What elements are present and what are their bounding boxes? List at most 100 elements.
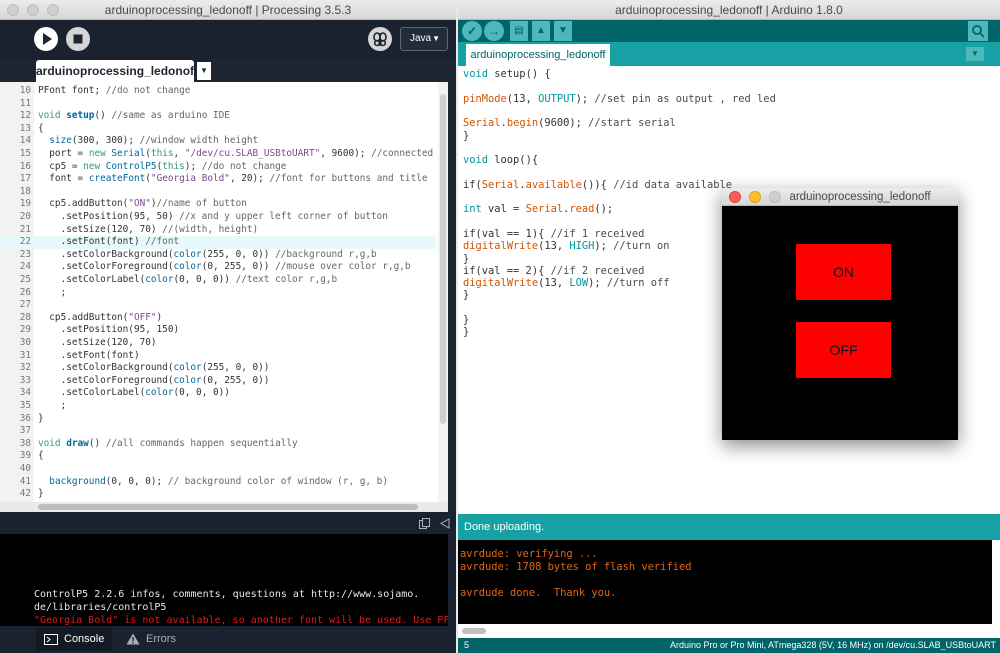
open-button[interactable]: ▲ bbox=[532, 21, 550, 41]
code-line[interactable]: 39 { bbox=[0, 450, 436, 463]
editor-horizontal-scroll-thumb[interactable] bbox=[38, 504, 418, 510]
code-line[interactable]: 36} bbox=[0, 413, 436, 426]
code-line[interactable]: 41 background(0, 0, 0); // background co… bbox=[0, 476, 436, 489]
zoom-window-button[interactable] bbox=[769, 191, 781, 203]
code-line[interactable]: } bbox=[463, 326, 469, 338]
code-line[interactable]: 18 bbox=[0, 186, 436, 199]
code-line[interactable]: } bbox=[463, 130, 469, 142]
code-line[interactable]: pinMode(13, OUTPUT); //set pin as output… bbox=[463, 93, 776, 105]
output-horizontal-scrollbar[interactable] bbox=[458, 624, 1000, 638]
arrow-up-icon: ▲ bbox=[536, 25, 546, 36]
minimize-window-button[interactable] bbox=[27, 4, 39, 16]
tab-menu-icon[interactable]: ▼ bbox=[966, 47, 984, 61]
arduino-toolbar: ✓ → ▤ ▲ ▼ bbox=[458, 20, 1000, 42]
errors-tab[interactable]: Errors bbox=[118, 628, 188, 651]
output-scrollbar[interactable] bbox=[992, 540, 1000, 624]
zoom-window-button[interactable] bbox=[47, 4, 59, 16]
save-button[interactable]: ▼ bbox=[554, 21, 572, 41]
code-line[interactable]: 29 .setPosition(95, 150) bbox=[0, 324, 436, 337]
mode-label: Java bbox=[410, 33, 432, 44]
console-scrollbar[interactable] bbox=[448, 534, 456, 626]
code-line[interactable]: 11 bbox=[0, 98, 436, 111]
console-tab-label: Console bbox=[64, 633, 105, 645]
verify-button[interactable]: ✓ bbox=[462, 21, 482, 41]
editor-vertical-scroll-thumb[interactable] bbox=[440, 94, 446, 424]
copy-icon[interactable] bbox=[419, 518, 430, 529]
new-file-icon: ▤ bbox=[514, 25, 524, 36]
code-line[interactable]: 20 .setPosition(95, 50) //x and y upper … bbox=[0, 211, 436, 224]
minimize-window-button[interactable] bbox=[749, 191, 761, 203]
code-line[interactable]: } bbox=[463, 289, 469, 301]
console-tab[interactable]: Console bbox=[36, 628, 112, 651]
close-window-button[interactable] bbox=[729, 191, 741, 203]
code-text: .setColorBackground(color(255, 0, 0)) //… bbox=[38, 248, 377, 260]
code-line[interactable]: 10 PFont font; //do not change bbox=[0, 85, 436, 98]
code-line[interactable]: if(val == 1){ //if 1 received bbox=[463, 228, 644, 240]
code-line[interactable]: 23 .setColorBackground(color(255, 0, 0))… bbox=[0, 249, 436, 262]
code-line[interactable]: 27 bbox=[0, 299, 436, 312]
code-line[interactable]: 13 { bbox=[0, 123, 436, 136]
code-line[interactable]: } bbox=[463, 253, 469, 265]
code-line[interactable]: 31 .setFont(font) bbox=[0, 350, 436, 363]
code-line[interactable]: 42} bbox=[0, 488, 436, 501]
code-line[interactable]: 12 void setup() //same as arduino IDE bbox=[0, 110, 436, 123]
arduino-sketch-tab[interactable]: arduinoprocessing_ledonoff bbox=[466, 44, 610, 66]
code-line[interactable]: 35 ; bbox=[0, 400, 436, 413]
upload-button[interactable]: → bbox=[484, 21, 504, 41]
line-number: 21 bbox=[19, 223, 31, 235]
code-line[interactable]: 15 port = new Serial(this, "/dev/cu.SLAB… bbox=[0, 148, 445, 161]
run-button[interactable] bbox=[34, 27, 58, 51]
code-line[interactable]: Serial.begin(9600); //start serial bbox=[463, 117, 676, 129]
line-number: 13 bbox=[19, 122, 31, 134]
code-line[interactable]: int val = Serial.read(); bbox=[463, 203, 613, 215]
code-line[interactable]: 38 void draw() //all commands happen sequ… bbox=[0, 438, 436, 451]
code-line[interactable]: 17 font = createFont("Georgia Bold", 20)… bbox=[0, 173, 436, 186]
processing-sketch-tab[interactable]: arduinoprocessing_ledonoff bbox=[36, 60, 198, 82]
new-button[interactable]: ▤ bbox=[510, 21, 528, 41]
off-button[interactable]: OFF bbox=[796, 322, 891, 378]
code-line[interactable]: if(Serial.available()){ //id data availa… bbox=[463, 179, 732, 191]
line-number: 18 bbox=[19, 185, 31, 197]
code-text: { bbox=[38, 450, 44, 462]
code-line[interactable]: 32 .setColorBackground(color(255, 0, 0)) bbox=[0, 362, 436, 375]
tab-menu-arrow-icon[interactable]: ▼ bbox=[197, 62, 211, 80]
code-line[interactable]: 33 .setColorForeground(color(0, 255, 0)) bbox=[0, 375, 436, 388]
code-line[interactable]: 22 .setFont(font) //font bbox=[0, 236, 436, 249]
code-line[interactable]: 19 cp5.addButton("ON")//name of button bbox=[0, 198, 436, 211]
code-line[interactable]: 16 cp5 = new ControlP5(this); //do not c… bbox=[0, 161, 436, 174]
line-number: 40 bbox=[19, 463, 31, 474]
code-line[interactable]: digitalWrite(13, HIGH); //turn on bbox=[463, 240, 669, 252]
code-line[interactable]: 34 .setColorLabel(color(0, 0, 0)) bbox=[0, 387, 436, 400]
sketch-output-window: arduinoprocessing_ledonoff ON OFF bbox=[722, 188, 958, 440]
code-line[interactable]: 30 .setSize(120, 70) bbox=[0, 337, 436, 350]
line-number: 25 bbox=[19, 274, 31, 285]
code-line[interactable]: 37 bbox=[0, 425, 436, 438]
code-line[interactable]: 40 bbox=[0, 463, 436, 476]
serial-monitor-button[interactable] bbox=[968, 21, 988, 41]
code-line[interactable]: 14 size(300, 300); //window width height bbox=[0, 135, 436, 148]
code-line[interactable]: void setup() { bbox=[463, 68, 551, 80]
code-line[interactable]: 26 ; bbox=[0, 287, 436, 300]
close-window-button[interactable] bbox=[7, 4, 19, 16]
board-port-info: Arduino Pro or Pro Mini, ATmega328 (5V, … bbox=[670, 640, 996, 650]
code-line[interactable]: 21 .setSize(120, 70) //(width, height) bbox=[0, 224, 436, 237]
code-text: size(300, 300); //window width height bbox=[49, 135, 259, 147]
code-line[interactable]: 25 .setColorLabel(color(0, 0, 0)) //text… bbox=[0, 274, 436, 287]
code-line[interactable]: void loop(){ bbox=[463, 154, 538, 166]
stop-button[interactable] bbox=[66, 27, 90, 51]
code-line[interactable]: 24 .setColorForeground(color(0, 255, 0))… bbox=[0, 261, 436, 274]
on-button[interactable]: ON bbox=[796, 244, 891, 300]
cursor-line-number: 5 bbox=[464, 640, 470, 650]
debug-button[interactable] bbox=[368, 27, 392, 51]
magnifier-icon bbox=[972, 25, 985, 38]
processing-code-editor[interactable]: 10 PFont font; //do not change 11 12 void se… bbox=[0, 82, 448, 502]
code-line[interactable]: digitalWrite(13, LOW); //turn off bbox=[463, 277, 669, 289]
console-icon bbox=[44, 634, 58, 645]
code-line[interactable]: if(val == 2){ //if 2 received bbox=[463, 265, 644, 277]
mode-selector[interactable]: Java ▼ bbox=[400, 27, 448, 51]
code-line[interactable]: } bbox=[463, 314, 469, 326]
code-text: background(0, 0, 0); // background color… bbox=[49, 475, 388, 487]
output-scroll-thumb[interactable] bbox=[462, 628, 486, 634]
collapse-console-icon[interactable] bbox=[440, 518, 450, 529]
code-line[interactable]: 28 cp5.addButton("OFF") bbox=[0, 312, 436, 325]
